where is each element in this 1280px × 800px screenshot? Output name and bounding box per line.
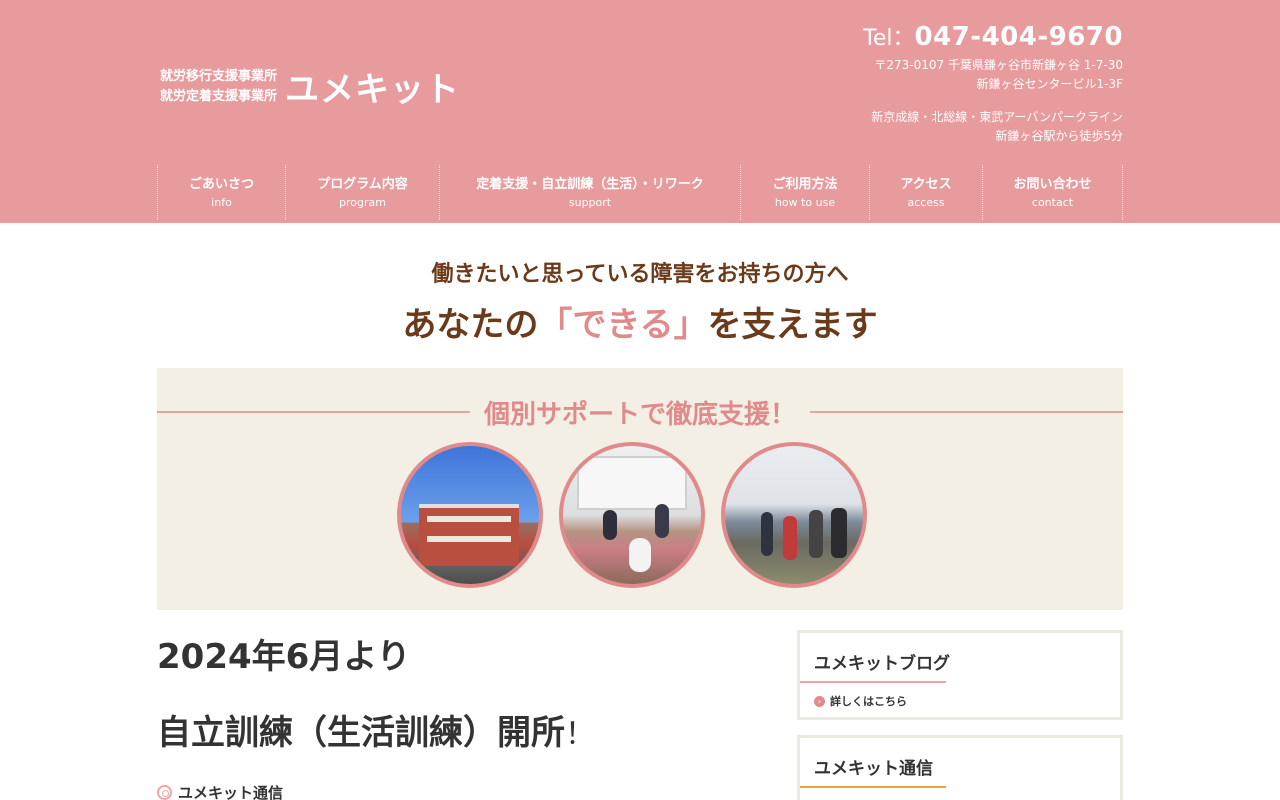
building-window-row <box>427 536 511 542</box>
nav-item-support[interactable]: 定着支援・自立訓練（生活）・リワーク support <box>439 165 740 220</box>
nav-label-jp: 定着支援・自立訓練（生活）・リワーク <box>476 176 704 192</box>
brand-logo[interactable]: 就労移行支援事業所 就労定着支援事業所 ユメキット <box>160 62 460 111</box>
nav-label-en: contact <box>1031 195 1074 209</box>
nav-label-en: access <box>907 195 945 209</box>
nav-label-en: support <box>568 195 612 209</box>
tagline-line-2: あなたの「できる」を支えます <box>0 300 1280 350</box>
nav-item-access[interactable]: アクセス access <box>869 165 982 220</box>
brand-sub-2: 就労定着支援事業所 <box>160 88 278 104</box>
news-widget-underline <box>800 786 946 788</box>
blog-details-link-label: 詳しくはこちら <box>830 695 907 708</box>
blog-widget-title: ユメキットブログ <box>814 654 950 674</box>
nav-label-en: program <box>339 195 386 209</box>
building-photo <box>397 442 543 588</box>
building-window-row <box>427 516 511 522</box>
access-info: 新京成線・北総線・東武アーバンパークライン 新鎌ヶ谷駅から徒歩5分 <box>863 108 1123 146</box>
article-category[interactable]: ユメキット通信 <box>157 782 757 800</box>
blog-widget-underline <box>800 681 946 683</box>
photo-circles <box>397 442 867 588</box>
person-shape <box>603 510 617 540</box>
person-shape <box>783 516 797 560</box>
site-header: 就労移行支援事業所 就労定着支援事業所 ユメキット Tel：047-404-96… <box>0 0 1280 223</box>
article-heading-text: 自立訓練（生活訓練）開所 <box>157 713 565 753</box>
tagline-before: あなたの <box>402 305 539 345</box>
tel-number[interactable]: 047-404-9670 <box>915 22 1124 52</box>
tagline-line-1: 働きたいと思っている障害をお持ちの方へ <box>431 262 849 287</box>
nav-label-jp: ご利用方法 <box>772 176 838 192</box>
article-heading-mark: ！ <box>565 717 595 752</box>
nav-label-jp: ごあいさつ <box>188 176 254 192</box>
main-nav: ごあいさつ info プログラム内容 program 定着支援・自立訓練（生活）… <box>157 165 1123 220</box>
address-line-2: 新鎌ヶ谷センタービル1-3F <box>976 77 1123 91</box>
news-widget-title: ユメキット通信 <box>814 759 933 779</box>
access-line-1: 新京成線・北総線・東武アーバンパークライン <box>871 110 1123 124</box>
group-walk-photo <box>721 442 867 588</box>
support-banner: 個別サポートで徹底支援！ <box>157 368 1124 610</box>
nav-label-en: how to use <box>774 195 836 209</box>
tagline-highlight: 「できる」 <box>538 305 708 345</box>
nav-label-jp: アクセス <box>900 176 952 192</box>
brand-subtitles: 就労移行支援事業所 就労定着支援事業所 <box>160 67 277 107</box>
access-line-2: 新鎌ヶ谷駅から徒歩5分 <box>995 129 1123 143</box>
address: 〒273-0107 千葉県鎌ヶ谷市新鎌ヶ谷 1-7-30 新鎌ヶ谷センタービル1… <box>863 56 1123 94</box>
address-line-1: 〒273-0107 千葉県鎌ヶ谷市新鎌ヶ谷 1-7-30 <box>874 58 1123 72</box>
person-shape <box>831 508 847 558</box>
article-heading: 自立訓練（生活訓練）開所！ <box>157 708 757 760</box>
arrow-circle-icon: › <box>814 695 825 707</box>
banner-title: 個別サポートで徹底支援！ <box>484 399 797 430</box>
category-label: ユメキット通信 <box>178 784 284 800</box>
nav-item-program[interactable]: プログラム内容 program <box>285 165 439 220</box>
tel-label: Tel： <box>863 26 915 51</box>
window-shape <box>577 456 687 510</box>
yoga-class-photo <box>559 442 705 588</box>
tel-line: Tel：047-404-9670 <box>863 22 1123 54</box>
person-shape <box>761 512 773 556</box>
news-widget: ユメキット通信 <box>797 735 1123 800</box>
banner-divider-left <box>157 411 470 413</box>
article-date-heading: 2024年6月より <box>157 637 411 677</box>
tagline-after: を支えます <box>707 305 878 345</box>
category-circle-icon <box>157 785 172 800</box>
brand-sub-1: 就労移行支援事業所 <box>160 68 278 84</box>
banner-heading: 個別サポートで徹底支援！ <box>157 394 1124 430</box>
banner-divider-right <box>810 411 1124 413</box>
building-shape <box>419 504 519 566</box>
nav-item-how-to-use[interactable]: ご利用方法 how to use <box>740 165 869 220</box>
blog-widget: ユメキットブログ › 詳しくはこちら <box>797 630 1123 720</box>
person-shape <box>809 510 823 558</box>
main-article: 2024年6月より 自立訓練（生活訓練）開所！ ユメキット通信 <box>157 632 757 800</box>
blog-details-link[interactable]: › 詳しくはこちら <box>814 693 907 709</box>
nav-item-info[interactable]: ごあいさつ info <box>157 165 285 220</box>
brand-title: ユメキット <box>285 70 461 110</box>
person-shape <box>655 504 669 538</box>
nav-item-contact[interactable]: お問い合わせ contact <box>982 165 1123 220</box>
person-shape <box>629 538 651 572</box>
nav-label-en: info <box>211 195 232 209</box>
nav-label-jp: プログラム内容 <box>317 176 408 192</box>
nav-label-jp: お問い合わせ <box>1013 176 1092 192</box>
contact-info: Tel：047-404-9670 〒273-0107 千葉県鎌ヶ谷市新鎌ヶ谷 1… <box>863 22 1123 146</box>
hero-tagline: 働きたいと思っている障害をお持ちの方へ あなたの「できる」を支えます <box>0 258 1280 350</box>
